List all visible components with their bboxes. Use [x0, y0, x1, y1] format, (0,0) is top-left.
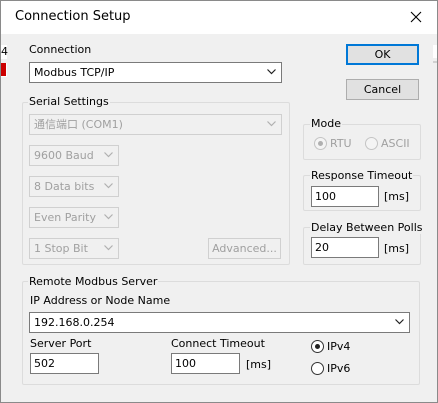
ipv4-label: IPv4	[327, 340, 351, 353]
delay-between-polls-label: Delay Between Polls	[310, 221, 424, 234]
chevron-down-icon	[104, 183, 113, 189]
server-port-label: Server Port	[30, 337, 92, 350]
background-window-fragment	[433, 61, 437, 63]
radio-unselected-icon	[311, 362, 324, 375]
ipv6-radio[interactable]: IPv6	[311, 362, 350, 375]
connection-type-value: Modbus TCP/IP	[34, 66, 115, 79]
ip-address-value: 192.168.0.254	[34, 316, 115, 329]
connection-group-label: Connection	[29, 43, 92, 56]
connect-timeout-label: Connect Timeout	[171, 337, 265, 350]
delay-between-polls-unit: [ms]	[384, 242, 410, 255]
cancel-button[interactable]: Cancel	[346, 79, 419, 100]
serial-settings-group-label: Serial Settings	[28, 95, 110, 108]
background-window-fragment	[433, 45, 437, 58]
close-button[interactable]	[401, 3, 431, 31]
server-port-input[interactable]: 502	[30, 353, 99, 374]
ipv6-label: IPv6	[327, 362, 351, 375]
mode-ascii-radio[interactable]: ASCII	[365, 137, 410, 150]
chevron-down-icon	[104, 214, 113, 220]
radio-selected-icon	[311, 340, 324, 353]
mode-rtu-radio[interactable]: RTU	[314, 137, 352, 150]
chevron-down-icon	[104, 245, 113, 251]
response-timeout-unit: [ms]	[384, 190, 410, 203]
background-text: 4	[1, 45, 8, 58]
radio-unselected-icon	[365, 137, 378, 150]
chevron-down-icon	[267, 69, 276, 75]
background-window-fragment	[1, 63, 7, 77]
serial-port-value: 通信端口 (COM1)	[34, 118, 123, 131]
title-bar[interactable]: Connection Setup	[1, 1, 437, 34]
parity-select[interactable]: Even Parity	[29, 207, 119, 228]
serial-port-select[interactable]: 通信端口 (COM1)	[29, 114, 282, 135]
chevron-down-icon	[395, 319, 404, 325]
data-bits-select[interactable]: 8 Data bits	[29, 176, 119, 197]
mode-ascii-label: ASCII	[381, 137, 410, 150]
advanced-button[interactable]: Advanced...	[208, 238, 281, 259]
close-icon	[410, 11, 422, 23]
response-timeout-label: Response Timeout	[310, 169, 414, 182]
ip-address-input[interactable]: 192.168.0.254	[29, 312, 410, 333]
connect-timeout-unit: [ms]	[246, 358, 272, 371]
stop-bits-value: 1 Stop Bit	[34, 242, 88, 255]
chevron-down-icon	[267, 121, 276, 127]
radio-selected-icon	[314, 137, 327, 150]
baud-rate-select[interactable]: 9600 Baud	[29, 145, 119, 166]
stop-bits-select[interactable]: 1 Stop Bit	[29, 238, 119, 259]
chevron-down-icon	[104, 152, 113, 158]
ip-address-label: IP Address or Node Name	[30, 294, 171, 307]
remote-modbus-server-label: Remote Modbus Server	[28, 275, 159, 288]
ok-button[interactable]: OK	[346, 44, 419, 65]
baud-rate-value: 9600 Baud	[34, 149, 94, 162]
data-bits-value: 8 Data bits	[34, 180, 95, 193]
background-red-mark	[1, 63, 6, 76]
delay-between-polls-input[interactable]: 20	[311, 237, 379, 258]
mode-group-label: Mode	[310, 117, 342, 130]
response-timeout-input[interactable]: 100	[311, 186, 379, 207]
connection-type-select[interactable]: Modbus TCP/IP	[29, 62, 282, 83]
mode-rtu-label: RTU	[330, 137, 352, 150]
ipv4-radio[interactable]: IPv4	[311, 340, 350, 353]
window-title: Connection Setup	[15, 9, 131, 24]
connect-timeout-input[interactable]: 100	[171, 353, 240, 374]
connection-setup-dialog: 4 Connection Setup Connection Modbus TCP…	[0, 0, 438, 403]
parity-value: Even Parity	[34, 211, 96, 224]
background-window-fragment: 4	[1, 45, 8, 59]
